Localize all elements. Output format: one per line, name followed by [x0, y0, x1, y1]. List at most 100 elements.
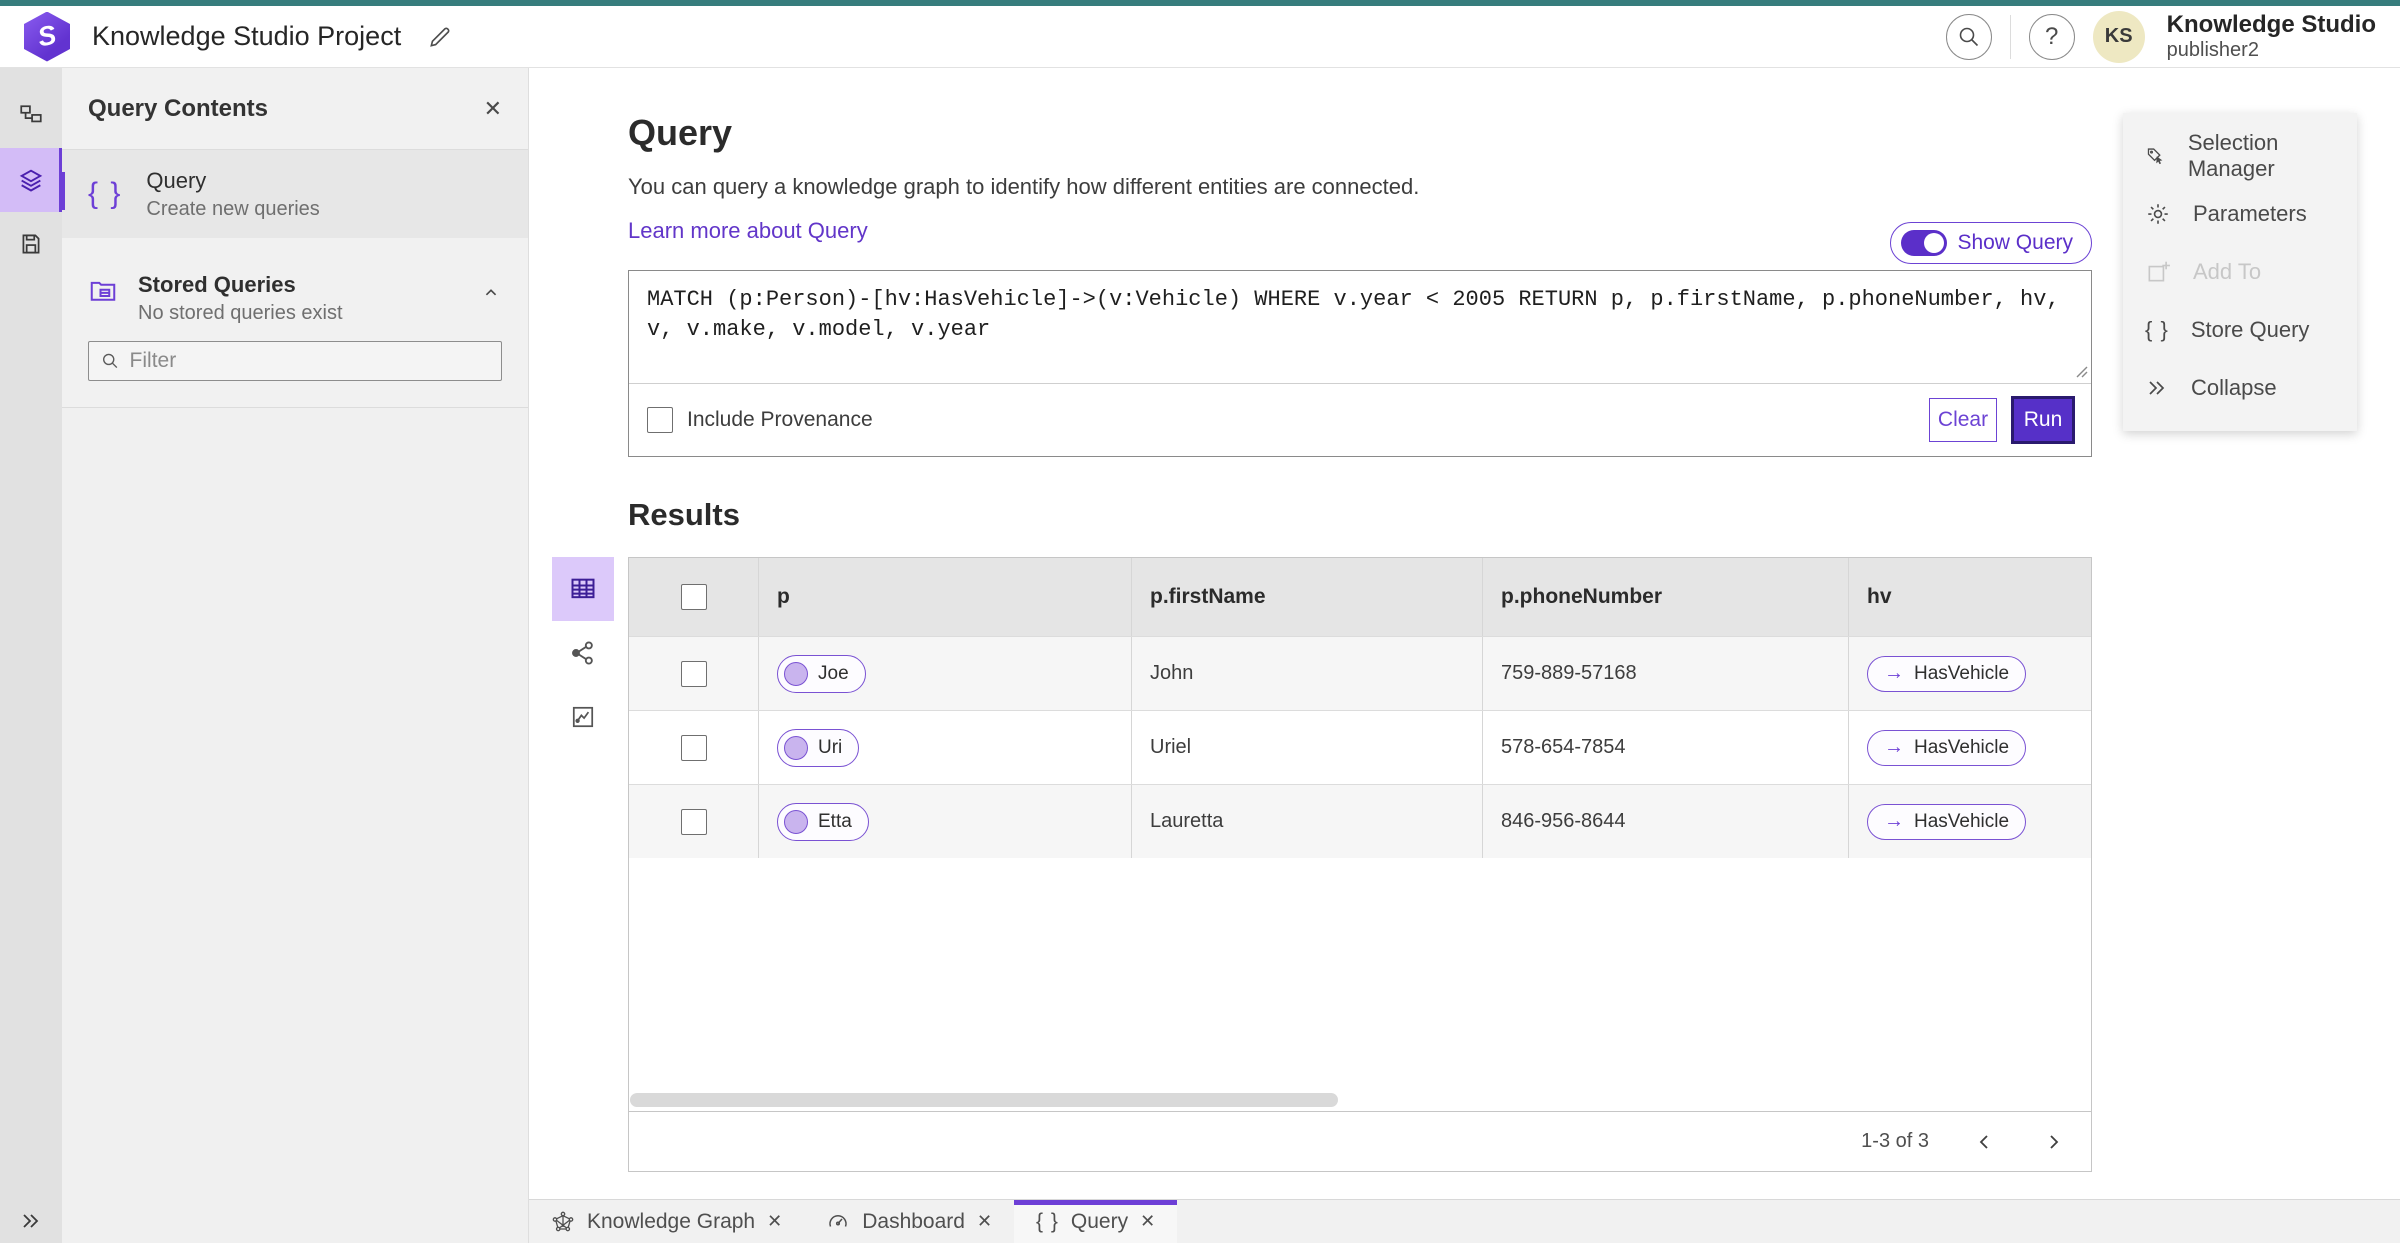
tab-query[interactable]: { } Query ✕: [1014, 1200, 1178, 1243]
edge-pill[interactable]: → HasVehicle: [1867, 729, 2027, 766]
query-editor-box: MATCH (p:Person)-[hv:HasVehicle]->(v:Veh…: [628, 270, 2092, 457]
query-textarea[interactable]: MATCH (p:Person)-[hv:HasVehicle]->(v:Veh…: [629, 271, 2091, 384]
filter-input[interactable]: [129, 349, 489, 373]
row-checkbox[interactable]: [680, 660, 707, 687]
app-window: S Knowledge Studio Project ? KS Knowledg…: [0, 0, 2400, 1243]
row-checkbox-cell: [629, 711, 758, 784]
user-avatar[interactable]: KS: [2092, 10, 2145, 63]
clear-button[interactable]: Clear: [1929, 398, 1997, 442]
topbar-right-group: ? KS Knowledge Studio publisher2: [1945, 10, 2376, 63]
panel-empty-area: [62, 407, 528, 1243]
firstname-cell: Uriel: [1131, 711, 1482, 784]
next-page-button[interactable]: [2041, 1130, 2065, 1154]
add-to-button[interactable]: Add To: [2123, 243, 2357, 301]
page-description: You can query a knowledge graph to ident…: [628, 174, 1420, 199]
tab-close-icon[interactable]: ✕: [977, 1211, 992, 1232]
braces-icon: { }: [88, 177, 123, 210]
rail-item-hierarchy[interactable]: [0, 84, 62, 148]
select-all-checkbox[interactable]: [680, 584, 707, 610]
node-pill[interactable]: Joe: [777, 654, 866, 693]
panel-header: Query Contents ✕: [62, 68, 528, 150]
view-graph-button[interactable]: [552, 621, 614, 685]
edge-pill[interactable]: → HasVehicle: [1867, 803, 2027, 840]
tab-knowledge-graph[interactable]: Knowledge Graph ✕: [529, 1200, 804, 1243]
rail-item-layers[interactable]: [0, 148, 62, 212]
row-checkbox-cell: [629, 637, 758, 710]
tab-dashboard[interactable]: Dashboard ✕: [804, 1200, 1014, 1243]
edit-project-title-icon[interactable]: [427, 24, 453, 50]
panel-close-icon[interactable]: ✕: [484, 96, 502, 122]
selection-manager-icon: [2147, 148, 2163, 165]
query-item-subtitle: Create new queries: [146, 197, 320, 220]
action-label: Selection Manager: [2187, 130, 2279, 181]
edge-cell: → HasVehicle: [1848, 711, 2091, 784]
layers-icon: [19, 169, 43, 192]
double-chevron-right-icon: [23, 1214, 39, 1228]
edge-pill[interactable]: → HasVehicle: [1867, 655, 2027, 692]
query-buttons: Clear Run: [1929, 396, 2075, 444]
collapse-panel-button[interactable]: Collapse: [2123, 359, 2357, 417]
rail-item-save[interactable]: [0, 212, 62, 276]
left-rail: [0, 68, 62, 1243]
app-logo-icon[interactable]: S: [24, 11, 70, 62]
edge-cell: → HasVehicle: [1848, 637, 2091, 710]
braces-icon: { }: [2145, 317, 2169, 342]
edge-arrow-icon: →: [1884, 736, 1904, 758]
table-row: Etta Lauretta 846-956-8644 → HasVehicle: [629, 784, 2091, 858]
row-checkbox[interactable]: [680, 734, 707, 761]
knowledge-graph-icon: [552, 1211, 574, 1231]
tab-close-icon[interactable]: ✕: [767, 1211, 782, 1232]
textarea-resize-icon[interactable]: [2074, 364, 2088, 381]
tab-close-icon[interactable]: ✕: [1140, 1211, 1155, 1232]
column-header-phonenumber: p.phoneNumber: [1482, 558, 1848, 636]
show-query-toggle[interactable]: Show Query: [1890, 222, 2092, 264]
selection-manager-button[interactable]: Selection Manager: [2123, 127, 2357, 185]
learn-more-link[interactable]: Learn more about Query: [628, 218, 868, 244]
previous-page-button[interactable]: [1973, 1130, 1997, 1154]
tab-label: Knowledge Graph: [587, 1209, 756, 1233]
parameters-button[interactable]: Parameters: [2123, 185, 2357, 243]
store-query-button[interactable]: { } Store Query: [2123, 301, 2357, 359]
edge-label: HasVehicle: [1914, 736, 2010, 758]
table-header-row: p p.firstName p.phoneNumber hv: [629, 558, 2091, 636]
dashboard-icon: [829, 1214, 847, 1227]
collapse-section-chevron-icon[interactable]: [480, 282, 502, 304]
node-pill[interactable]: Uri: [777, 728, 860, 767]
run-button[interactable]: Run: [2011, 396, 2075, 444]
edge-arrow-icon: →: [1884, 810, 1904, 832]
row-checkbox[interactable]: [680, 808, 707, 835]
double-chevron-right-icon: [2149, 381, 2165, 395]
hierarchy-icon: [20, 105, 42, 123]
include-provenance-checkbox[interactable]: [647, 407, 673, 433]
braces-icon: { }: [1036, 1209, 1059, 1233]
logo-glyph: S: [34, 19, 59, 53]
stored-queries-subtitle: No stored queries exist: [138, 302, 343, 324]
phonenumber-cell: 846-956-8644: [1482, 785, 1848, 858]
view-table-button[interactable]: [552, 557, 614, 621]
scrollbar-thumb[interactable]: [630, 1093, 1338, 1107]
main-area: Query You can query a knowledge graph to…: [529, 68, 2400, 1199]
phonenumber-cell: 759-889-57168: [1482, 637, 1848, 710]
help-button[interactable]: ?: [2028, 13, 2075, 60]
view-chart-button[interactable]: [552, 685, 614, 749]
node-label: Uri: [818, 736, 843, 758]
node-dot-icon: [784, 735, 808, 760]
project-title: Knowledge Studio Project: [92, 21, 402, 51]
toggle-label: Show Query: [1957, 231, 2073, 254]
edge-label: HasVehicle: [1914, 810, 2010, 832]
query-actions-panel: Selection Manager Parameters Add To { } …: [2123, 113, 2357, 431]
node-pill[interactable]: Etta: [777, 802, 869, 841]
help-glyph: ?: [2044, 22, 2059, 50]
edge-label: HasVehicle: [1914, 662, 2010, 684]
column-header-firstname: p.firstName: [1131, 558, 1482, 636]
chevron-right-icon: [2050, 1134, 2059, 1149]
tab-label: Query: [1070, 1209, 1129, 1233]
sidebar-item-query[interactable]: { } Query Create new queries: [62, 150, 528, 238]
query-item-title: Query: [146, 167, 207, 193]
node-dot-icon: [784, 661, 808, 686]
action-label: Store Query: [2190, 317, 2310, 342]
search-button[interactable]: [1945, 13, 1992, 60]
rail-expand-button[interactable]: [19, 1209, 43, 1233]
graph-view-icon: [572, 641, 593, 665]
user-role: publisher2: [2166, 38, 2259, 61]
